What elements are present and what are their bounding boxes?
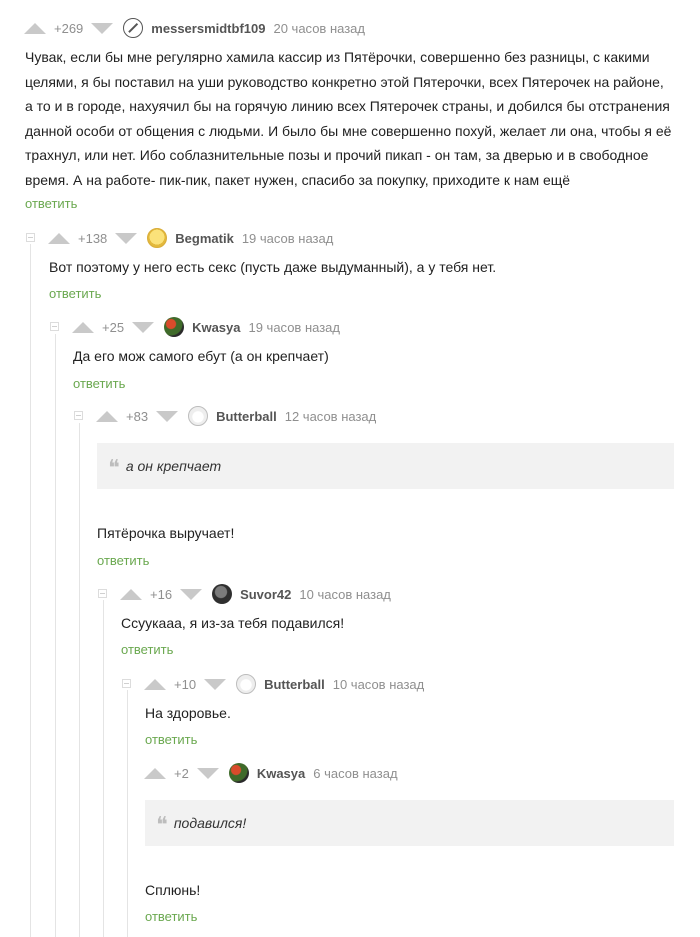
comment-text-line: время. А на работе- пик-пик, пакет нужен… xyxy=(25,171,571,188)
vote-up-icon[interactable] xyxy=(48,232,70,244)
comment-text: Ссуукааа, я из-за тебя подавился! xyxy=(121,615,345,631)
vote-down-icon[interactable] xyxy=(204,678,227,690)
thread-line xyxy=(103,600,104,937)
avatar[interactable] xyxy=(212,584,233,604)
reply-link[interactable]: ответить xyxy=(25,196,77,211)
thread-line xyxy=(79,423,80,937)
comment-text: Да его мож самого ебут (а он крепчает) xyxy=(73,348,329,364)
comment-text-line: Чувак, если бы мне регулярно хамила касс… xyxy=(25,49,650,65)
username[interactable]: Suvor42 xyxy=(240,587,291,602)
comment-text: Чувак, если бы мне регулярно хамила касс… xyxy=(25,45,685,192)
vote-up-icon[interactable] xyxy=(96,410,118,422)
comment-header: +16 Suvor42 10 часов назад xyxy=(120,584,391,604)
comment-time: 20 часов назад xyxy=(273,20,365,36)
username[interactable]: Begmatik xyxy=(175,231,234,246)
avatar[interactable] xyxy=(188,406,209,426)
username[interactable]: Butterball xyxy=(216,409,277,424)
comment-time: 12 часов назад xyxy=(284,408,377,424)
comment-score: +10 xyxy=(174,676,197,692)
avatar[interactable] xyxy=(164,317,185,337)
collapse-icon[interactable] xyxy=(50,322,59,331)
comment-text: На здоровье. xyxy=(145,705,231,721)
reply-link[interactable]: ответить xyxy=(145,909,197,924)
comment-header: +83 Butterball 12 часов назад xyxy=(96,406,376,426)
comment-text-line: трахнул, или нет. Ибо соблазнительные по… xyxy=(25,147,649,163)
collapse-icon[interactable] xyxy=(74,411,83,420)
comment-score: +25 xyxy=(102,319,125,335)
avatar[interactable] xyxy=(123,18,144,38)
thread-line xyxy=(127,690,128,937)
comment-time: 10 часов назад xyxy=(332,676,425,692)
vote-down-icon[interactable] xyxy=(115,232,138,244)
quote-icon: ❝ xyxy=(156,812,168,837)
thread-line xyxy=(30,244,31,937)
username[interactable]: messersmidtbf109 xyxy=(151,21,265,36)
quote-text: а он крепчает xyxy=(125,458,222,474)
reply-link[interactable]: ответить xyxy=(145,732,197,747)
vote-down-icon[interactable] xyxy=(156,410,179,422)
vote-up-icon[interactable] xyxy=(144,678,166,690)
vote-down-icon[interactable] xyxy=(91,22,114,34)
avatar[interactable] xyxy=(147,228,168,248)
reply-link[interactable]: ответить xyxy=(97,553,149,568)
quote-icon: ❝ xyxy=(108,455,120,480)
comment-score: +269 xyxy=(54,20,84,36)
comment-text: Пятёрочка выручает! xyxy=(97,525,235,541)
reply-link[interactable]: ответить xyxy=(73,376,125,391)
comment-text-line: а то и в городе, нахуячил бы на горячую … xyxy=(25,98,670,114)
comment-header: +10 Butterball 10 часов назад xyxy=(144,674,424,694)
avatar[interactable] xyxy=(228,763,249,783)
collapse-icon[interactable] xyxy=(26,233,35,242)
vote-up-icon[interactable] xyxy=(72,321,94,333)
comment-time: 6 часов назад xyxy=(313,765,398,781)
comment-text: Сплюнь! xyxy=(145,882,201,898)
avatar[interactable] xyxy=(236,674,257,694)
comment-score: +138 xyxy=(78,230,108,246)
comment-text-line: целями, я бы поставил на уши руководство… xyxy=(25,73,664,90)
comment-header: +269 messersmidtbf109 20 часов назад xyxy=(24,18,365,38)
comment-score: +2 xyxy=(174,765,189,781)
collapse-icon[interactable] xyxy=(98,589,107,598)
vote-down-icon[interactable] xyxy=(132,321,155,333)
username[interactable]: Kwasya xyxy=(257,766,305,781)
collapse-icon[interactable] xyxy=(122,679,131,688)
vote-up-icon[interactable] xyxy=(144,767,166,779)
thread-line xyxy=(55,334,56,937)
comment-text: Вот поэтому у него есть секс (пусть даже… xyxy=(49,259,497,275)
comment-time: 19 часов назад xyxy=(241,230,334,246)
comment-time: 19 часов назад xyxy=(248,319,340,335)
vote-up-icon[interactable] xyxy=(24,22,46,34)
reply-link[interactable]: ответить xyxy=(49,286,101,301)
comment-header: +25 Kwasya 19 часов назад xyxy=(72,317,340,337)
reply-link[interactable]: ответить xyxy=(121,642,173,657)
vote-down-icon[interactable] xyxy=(180,588,203,600)
vote-down-icon[interactable] xyxy=(196,767,219,779)
comment-score: +83 xyxy=(126,408,149,424)
comment-header: +2 Kwasya 6 часов назад xyxy=(144,763,398,783)
comment-quote: ❝ подавился! xyxy=(145,800,674,846)
username[interactable]: Kwasya xyxy=(192,320,240,335)
quote-text: подавился! xyxy=(173,815,247,831)
vote-up-icon[interactable] xyxy=(120,588,142,600)
username[interactable]: Butterball xyxy=(264,677,325,692)
comment-header: +138 Begmatik 19 часов назад xyxy=(48,228,333,248)
comment-text-line: данной особи от общения с людьми. И было… xyxy=(25,122,672,139)
comment-time: 10 часов назад xyxy=(299,586,391,602)
comment-quote: ❝ а он крепчает xyxy=(97,443,674,489)
comment-score: +16 xyxy=(150,586,173,602)
